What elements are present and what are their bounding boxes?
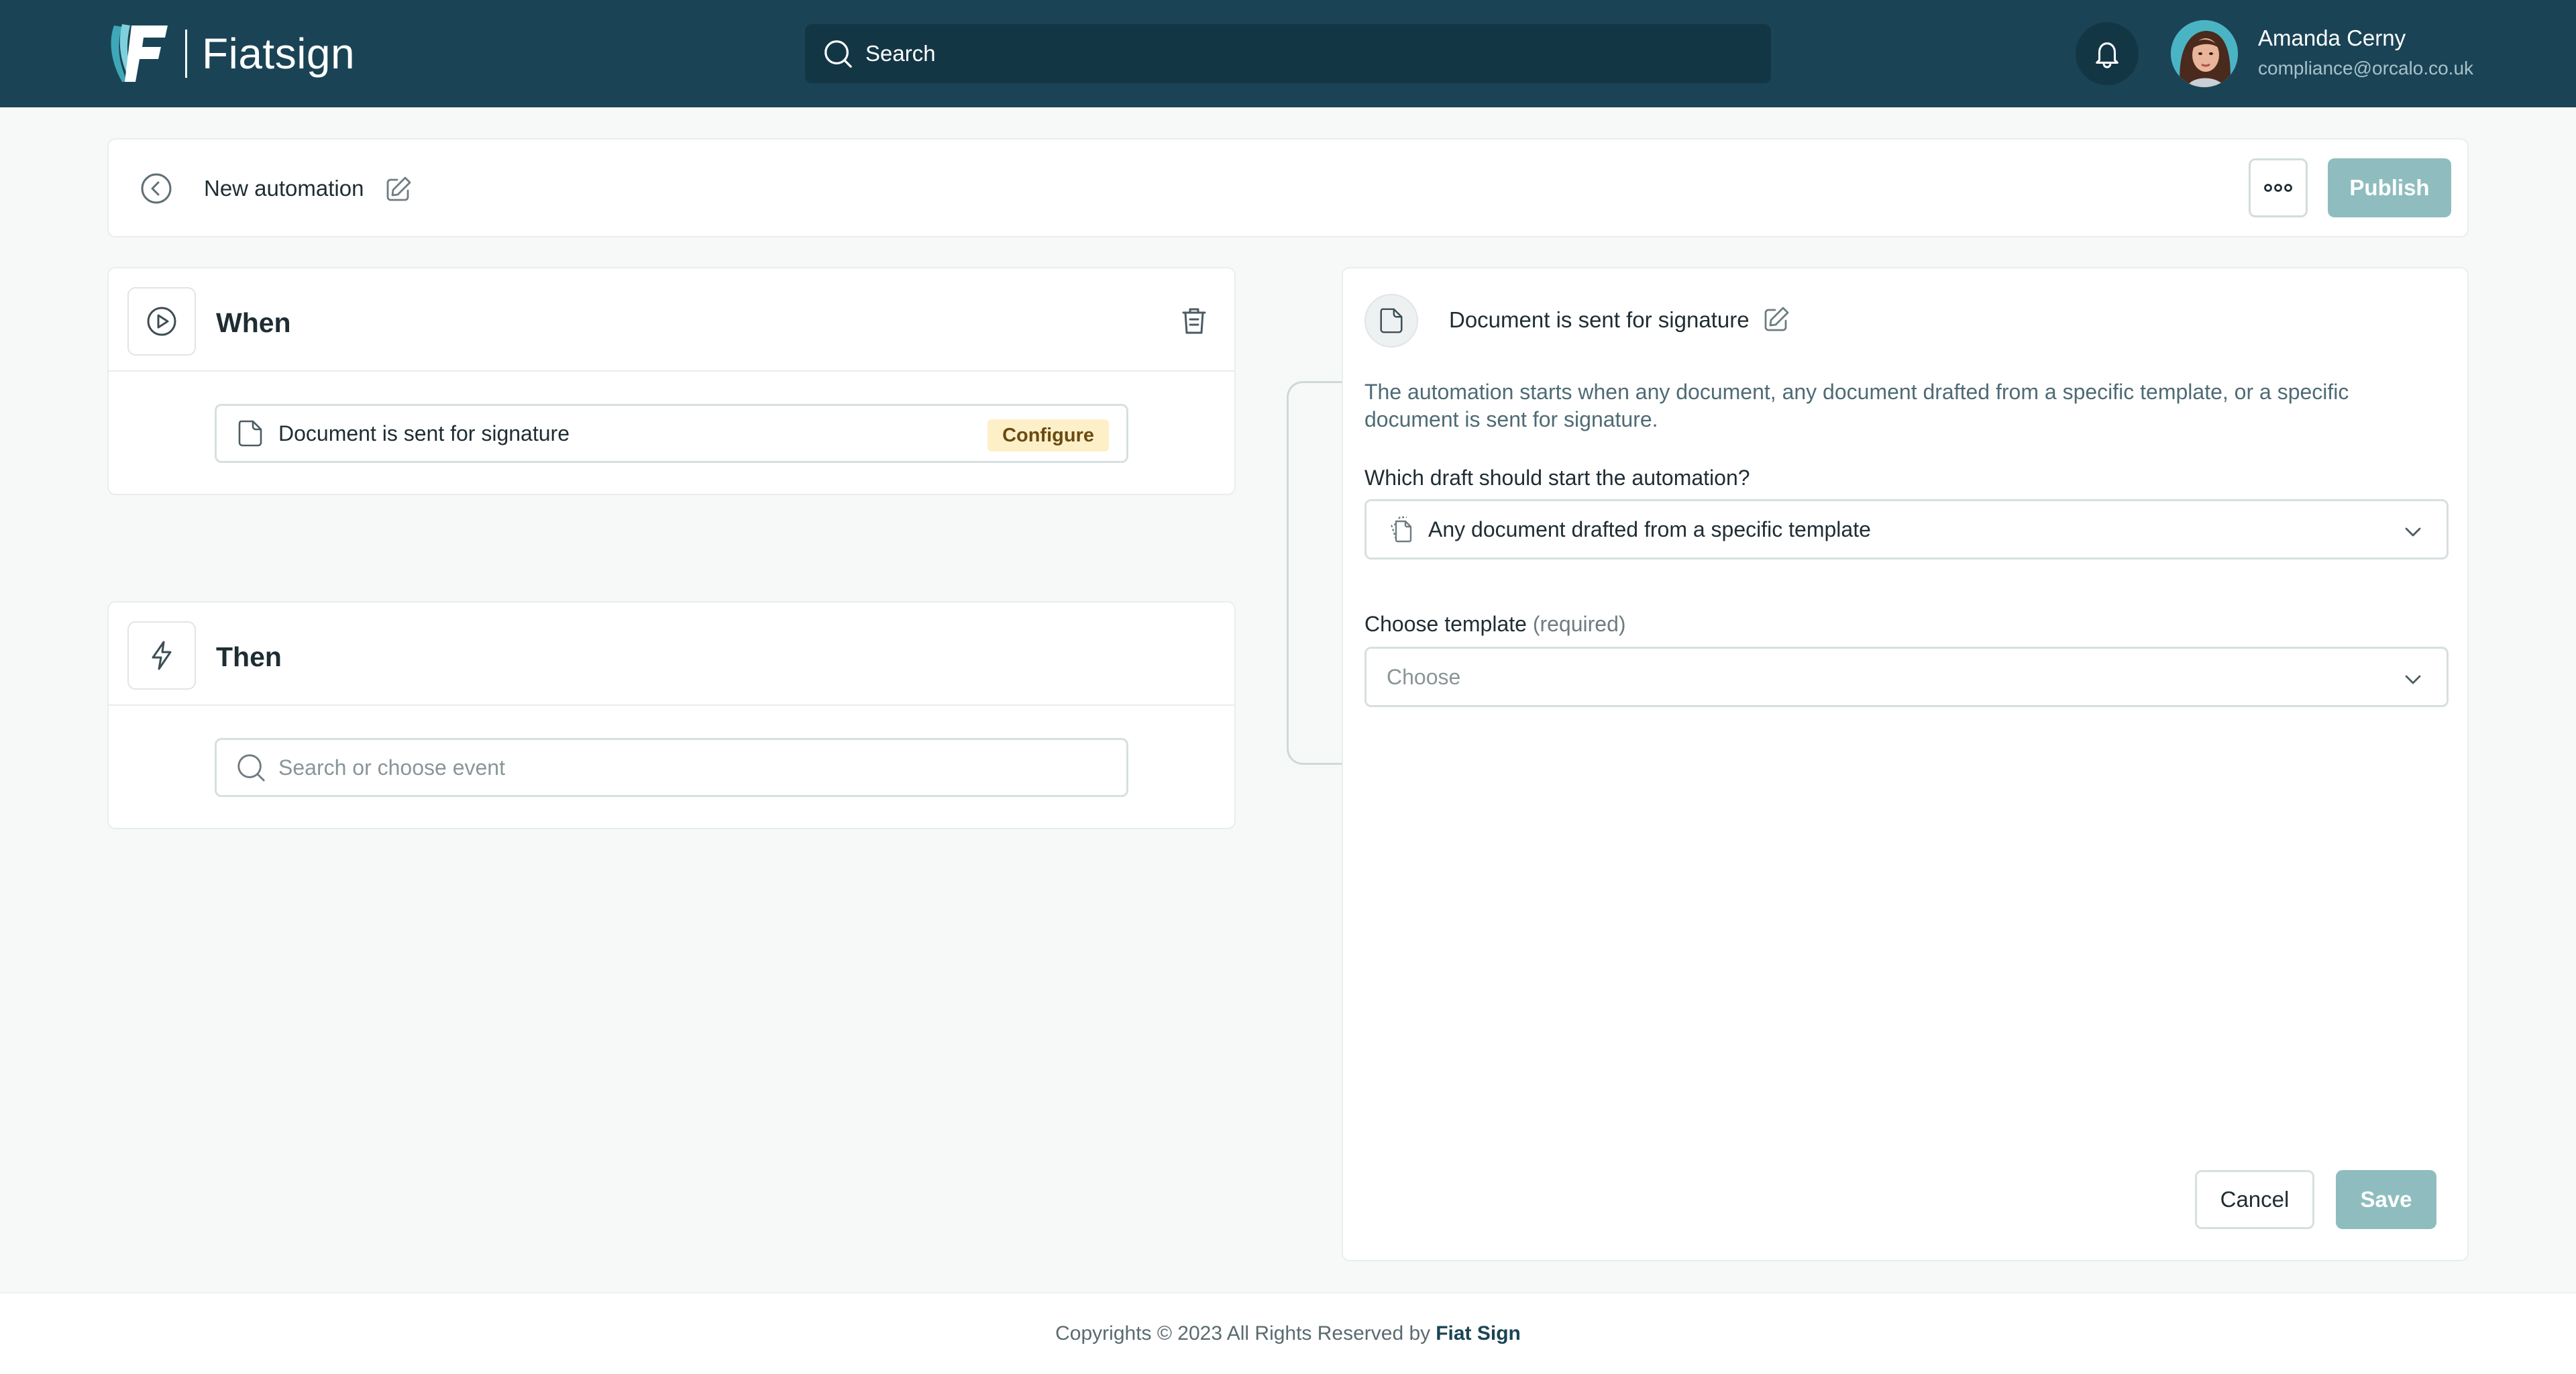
event-search-field[interactable] xyxy=(215,738,1128,797)
top-navigation-bar: Fiatsign Amanda Cerny compliance@orcalo.… xyxy=(0,0,2576,107)
lightning-icon xyxy=(152,641,172,670)
then-title: Then xyxy=(216,641,282,672)
then-card: Then xyxy=(107,601,1236,829)
template-select-placeholder: Choose xyxy=(1387,664,1461,689)
when-card-header: When xyxy=(109,268,1234,372)
global-search[interactable] xyxy=(805,24,1771,83)
then-icon-box xyxy=(127,621,196,690)
panel-title: Document is sent for signature xyxy=(1449,307,1750,332)
template-label: Choose template (required) xyxy=(1364,612,1626,637)
automation-title: New automation xyxy=(204,176,364,201)
draft-question-label: Which draft should start the automation? xyxy=(1364,466,1750,490)
automation-header: New automation Publish xyxy=(107,138,2469,237)
when-icon-box xyxy=(127,287,196,356)
trigger-config-panel: Document is sent for signature The autom… xyxy=(1342,267,2469,1261)
when-card: When Document is sent for signature Conf… xyxy=(107,267,1236,495)
footer-copyright: Copyrights © 2023 All Rights Reserved by xyxy=(1055,1322,1431,1344)
panel-description: The automation starts when any document,… xyxy=(1364,380,2349,431)
document-icon xyxy=(238,420,262,447)
template-label-text: Choose template xyxy=(1364,612,1527,636)
user-email: compliance@orcalo.co.uk xyxy=(2258,58,2474,78)
panel-document-icon-box xyxy=(1364,294,1418,348)
footer-brand[interactable]: Fiat Sign xyxy=(1436,1322,1521,1345)
search-icon xyxy=(824,40,852,68)
brand-name: Fiatsign xyxy=(202,30,356,78)
search-input[interactable] xyxy=(865,41,1737,66)
trigger-label: Document is sent for signature xyxy=(278,421,570,445)
template-required-note: (required) xyxy=(1532,612,1626,636)
footer: Copyrights © 2023 All Rights Reserved by… xyxy=(0,1292,2576,1374)
more-dots-icon xyxy=(2264,184,2292,192)
trigger-item[interactable]: Document is sent for signature Configure xyxy=(215,404,1128,463)
back-arrow-icon[interactable] xyxy=(140,172,173,205)
flow-connector xyxy=(1287,381,1343,765)
avatar-image xyxy=(2171,20,2238,87)
event-search-input[interactable] xyxy=(278,755,1083,780)
user-avatar[interactable] xyxy=(2171,20,2238,87)
chevron-down-icon xyxy=(2405,527,2421,537)
brand-logo[interactable]: Fiatsign xyxy=(107,20,355,87)
document-icon xyxy=(1380,308,1403,333)
when-title: When xyxy=(216,307,291,338)
trash-icon[interactable] xyxy=(1178,305,1210,337)
chevron-down-icon xyxy=(2405,675,2421,684)
configure-badge[interactable]: Configure xyxy=(987,419,1109,452)
publish-button[interactable]: Publish xyxy=(2328,158,2451,217)
draft-select-value: Any document drafted from a specific tem… xyxy=(1428,517,1871,541)
play-icon xyxy=(147,307,176,336)
then-card-header: Then xyxy=(109,602,1234,706)
logo-divider xyxy=(185,30,187,78)
cancel-button[interactable]: Cancel xyxy=(2195,1170,2314,1229)
edit-icon[interactable] xyxy=(384,174,413,204)
save-button[interactable]: Save xyxy=(2336,1170,2436,1229)
search-icon xyxy=(237,754,265,782)
documents-stack-icon xyxy=(1391,516,1412,543)
fiatsign-logo-icon xyxy=(111,24,168,82)
bell-icon xyxy=(2096,42,2118,68)
user-name: Amanda Cerny xyxy=(2258,25,2406,50)
notifications-button[interactable] xyxy=(2076,22,2139,85)
more-options-button[interactable] xyxy=(2249,158,2308,217)
template-select[interactable]: Choose xyxy=(1364,647,2449,707)
draft-select[interactable]: Any document drafted from a specific tem… xyxy=(1364,499,2449,560)
edit-icon[interactable] xyxy=(1762,305,1791,334)
